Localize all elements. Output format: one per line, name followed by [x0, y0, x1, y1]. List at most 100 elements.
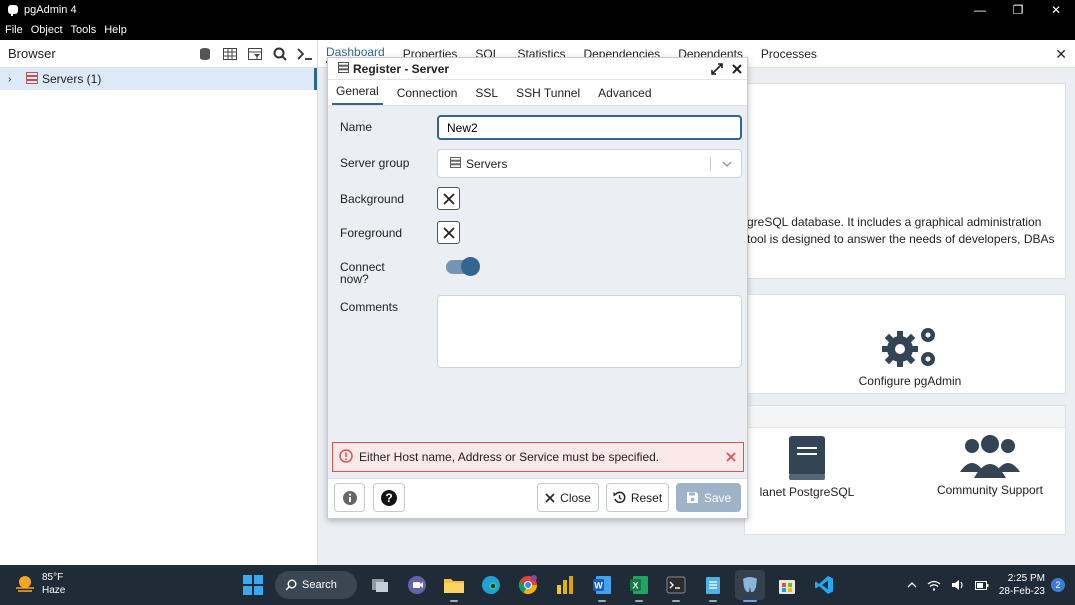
tab-advanced[interactable]: Advanced	[594, 86, 655, 105]
microsoft-store-icon[interactable]	[772, 570, 802, 600]
foreground-label: Foreground	[340, 226, 403, 240]
chevron-right-icon[interactable]: ›	[8, 74, 22, 85]
menu-file[interactable]: File	[5, 24, 23, 36]
running-indicator	[743, 600, 757, 602]
tree-item-label: Servers (1)	[42, 72, 102, 86]
server-group-select[interactable]: Servers	[437, 149, 742, 178]
planet-postgresql-link[interactable]: lanet PostgreSQL	[747, 434, 867, 499]
background-color-picker[interactable]	[437, 187, 460, 210]
welcome-line-1: greSQL database. It includes a graphical…	[747, 215, 1042, 229]
community-support-label: Community Support	[936, 483, 1044, 497]
terminal-app-icon[interactable]	[661, 570, 691, 602]
database-icon[interactable]	[192, 40, 217, 68]
search-icon[interactable]	[267, 40, 292, 68]
book-icon	[789, 436, 825, 480]
error-message: Either Host name, Address or Service mus…	[359, 450, 660, 464]
name-label: Name	[340, 120, 373, 134]
weather-desc: Haze	[42, 585, 66, 596]
info-button[interactable]	[334, 483, 365, 512]
chrome-browser-icon[interactable]	[513, 570, 543, 600]
dialog-tabs: General Connection SSL SSH Tunnel Advanc…	[328, 80, 747, 106]
vscode-icon[interactable]	[809, 570, 839, 600]
help-button[interactable]: ?	[373, 483, 405, 512]
windows-start-icon[interactable]	[238, 570, 268, 600]
windows-taskbar: 85°F Haze Search W X 2:25 PM 28-Feb-23 2	[0, 565, 1075, 605]
tab-general[interactable]: General	[332, 84, 383, 105]
clear-color-icon	[442, 192, 455, 205]
svg-text:?: ?	[385, 491, 392, 505]
chevron-up-icon[interactable]	[907, 582, 917, 588]
close-tab-icon[interactable]: ✕	[1055, 46, 1067, 63]
gears-icon	[882, 328, 935, 367]
configure-pgadmin-link[interactable]: Configure pgAdmin	[825, 323, 995, 388]
info-icon	[342, 490, 357, 505]
table-icon[interactable]	[217, 40, 242, 68]
weather-widget[interactable]: 85°F Haze	[14, 571, 65, 597]
tree-item-servers[interactable]: › Servers (1)	[0, 68, 317, 90]
running-indicator	[635, 600, 643, 602]
tab-ssl[interactable]: SSL	[471, 86, 502, 105]
volume-icon[interactable]	[951, 579, 965, 591]
notepad-icon[interactable]	[698, 570, 728, 602]
battery-icon[interactable]	[974, 580, 989, 590]
close-icon	[545, 492, 555, 503]
excel-icon[interactable]: X	[624, 570, 654, 602]
close-window-icon[interactable]: ✕	[1037, 0, 1075, 20]
browser-panel: Browser › Servers (1)	[0, 40, 318, 565]
word-icon[interactable]: W	[587, 570, 617, 602]
chevron-down-icon[interactable]	[719, 161, 735, 167]
taskbar-apps: Search W X	[238, 569, 846, 602]
comments-textarea[interactable]	[437, 295, 742, 368]
reset-button[interactable]: Reset	[606, 483, 669, 512]
reset-icon	[613, 491, 626, 504]
connect-now-label-line2: now?	[340, 272, 369, 286]
restore-icon[interactable]: ❐	[999, 0, 1037, 20]
clear-color-icon	[442, 226, 455, 239]
register-server-dialog: Register - Server General Connection SSL…	[327, 57, 748, 519]
connect-now-toggle[interactable]	[446, 257, 480, 276]
name-input[interactable]	[437, 115, 742, 140]
dialog-titlebar[interactable]: Register - Server	[328, 58, 747, 80]
clock-date: 28-Feb-23	[998, 586, 1045, 597]
power-bi-icon[interactable]	[550, 570, 580, 600]
menu-tools[interactable]: Tools	[71, 24, 97, 36]
teams-chat-icon[interactable]	[402, 570, 432, 600]
welcome-line-2: tool is designed to answer the needs of …	[747, 232, 1055, 246]
terminal-icon[interactable]	[292, 40, 317, 68]
notification-badge[interactable]: 2	[1051, 578, 1065, 592]
tab-processes[interactable]: Processes	[761, 47, 817, 61]
system-tray: 2:25 PM 28-Feb-23 2	[907, 565, 1075, 605]
minimize-icon[interactable]: —	[961, 0, 999, 20]
server-group-option-icon	[450, 156, 461, 171]
window-titlebar: pgAdmin 4 — ❐ ✕	[0, 0, 1075, 20]
running-indicator	[598, 600, 606, 602]
filter-table-icon[interactable]	[242, 40, 267, 68]
quick-links-card: Configure pgAdmin	[744, 294, 1066, 394]
svg-text:W: W	[594, 581, 603, 591]
wifi-icon[interactable]	[927, 580, 941, 591]
save-button[interactable]: Save	[676, 483, 741, 512]
close-dialog-icon[interactable]	[727, 63, 747, 74]
file-explorer-icon[interactable]	[439, 570, 469, 602]
close-button-label: Close	[560, 490, 591, 505]
taskbar-search[interactable]: Search	[275, 571, 357, 599]
menu-help[interactable]: Help	[104, 24, 127, 36]
reset-button-label: Reset	[630, 490, 663, 505]
tab-connection[interactable]: Connection	[393, 86, 462, 105]
weather-temp: 85°F	[42, 572, 64, 583]
running-indicator	[450, 600, 458, 602]
menu-object[interactable]: Object	[31, 24, 63, 36]
clock[interactable]: 2:25 PM 28-Feb-23	[999, 572, 1045, 598]
community-support-link[interactable]: Community Support	[915, 434, 1065, 497]
maximize-icon[interactable]	[707, 62, 727, 75]
welcome-card: greSQL database. It includes a graphical…	[744, 83, 1066, 279]
tab-ssh-tunnel[interactable]: SSH Tunnel	[512, 86, 584, 105]
dismiss-error-icon[interactable]	[719, 452, 743, 462]
pgadmin-taskbar-icon[interactable]	[735, 570, 765, 602]
foreground-color-picker[interactable]	[437, 221, 460, 244]
dialog-title: Register - Server	[353, 61, 450, 76]
task-view-icon[interactable]	[365, 570, 395, 600]
dialog-footer: ? Close Reset Save	[328, 478, 747, 518]
edge-browser-icon[interactable]	[476, 570, 506, 600]
close-button[interactable]: Close	[537, 483, 599, 512]
